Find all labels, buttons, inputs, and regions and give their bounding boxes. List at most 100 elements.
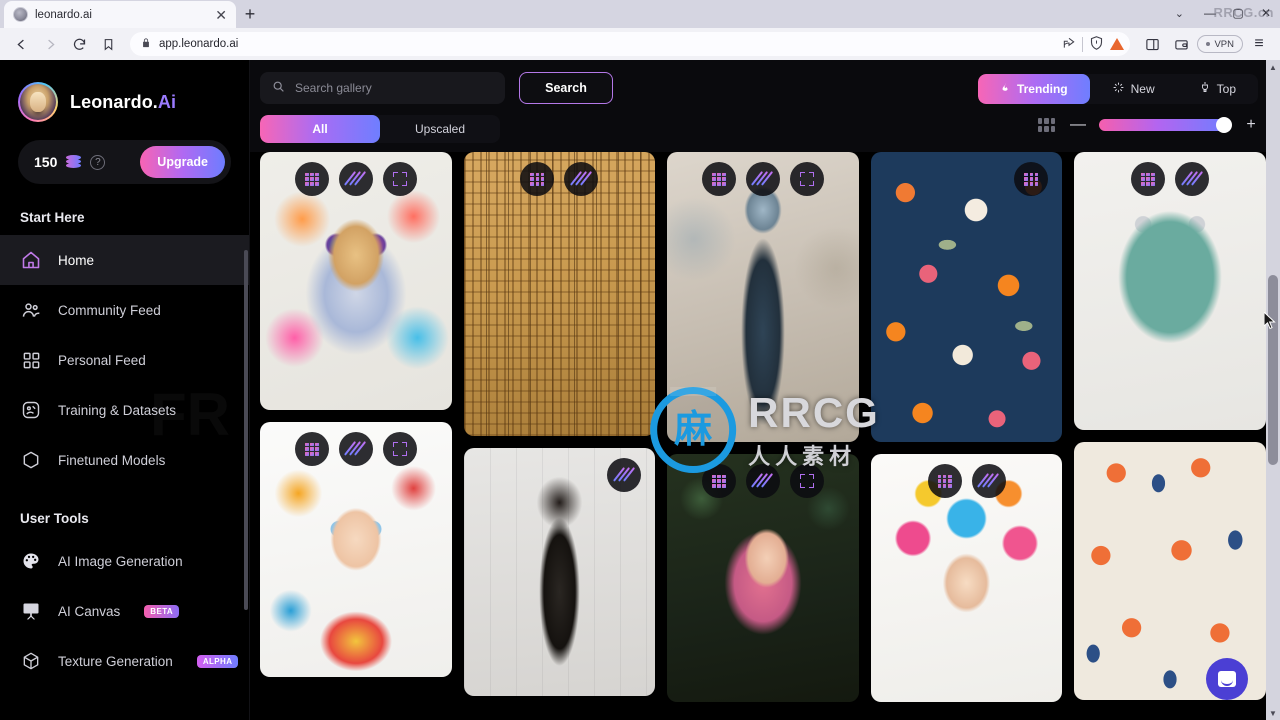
new-tab-button[interactable]: + — [236, 1, 264, 28]
browser-titlebar: leonardo.ai ✕ + ⌄ — ▢ ✕ RRCG.cn — [0, 0, 1280, 28]
sidebar-item-texture-generation[interactable]: Texture Generation ALPHA — [0, 636, 249, 686]
chat-bubble-icon — [1218, 671, 1236, 687]
tab-favicon — [13, 7, 28, 22]
tab-trending[interactable]: Trending — [977, 74, 1090, 104]
share-icon[interactable] — [1062, 36, 1076, 53]
sidebar-item-ai-image-generation[interactable]: AI Image Generation — [0, 536, 249, 586]
sidebar-toggle-icon[interactable] — [1139, 31, 1165, 57]
remix-icon[interactable] — [971, 464, 1006, 498]
sparkle-icon — [1112, 81, 1125, 97]
vpn-badge[interactable]: VPN — [1197, 35, 1243, 53]
close-window-button[interactable]: ✕ — [1252, 0, 1280, 26]
brave-rewards-icon[interactable] — [1110, 38, 1125, 50]
gallery-card[interactable] — [463, 152, 656, 436]
upscale-icon[interactable] — [294, 432, 329, 466]
scroll-down-icon[interactable]: ▼ — [1266, 706, 1280, 720]
tab-label: Top — [1216, 82, 1236, 96]
gallery-card[interactable] — [260, 152, 452, 410]
tab-top[interactable]: Top — [1177, 74, 1258, 104]
forward-icon[interactable] — [37, 31, 63, 57]
credits-panel: 150 ? Upgrade — [18, 140, 231, 184]
scroll-up-icon[interactable]: ▲ — [1266, 60, 1280, 74]
expand-icon[interactable] — [789, 464, 824, 498]
back-icon[interactable] — [8, 31, 34, 57]
card-actions — [294, 162, 417, 196]
remix-icon[interactable] — [745, 464, 780, 498]
leonardo-avatar-icon — [18, 82, 58, 122]
browser-menu-icon[interactable]: ≡ — [1246, 31, 1272, 57]
remix-icon[interactable] — [745, 162, 780, 196]
reload-icon[interactable] — [66, 31, 92, 57]
zoom-slider[interactable] — [1099, 117, 1232, 133]
brave-shield-icon[interactable] — [1089, 35, 1104, 54]
search-icon — [272, 80, 285, 96]
zoom-in-button[interactable]: + — [1244, 116, 1258, 134]
sidebar-item-community-feed[interactable]: Community Feed — [0, 285, 249, 335]
remix-icon[interactable] — [338, 432, 373, 466]
intercom-chat-button[interactable] — [1206, 658, 1248, 700]
upscale-icon[interactable] — [1131, 162, 1166, 196]
zoom-out-button[interactable]: — — [1070, 116, 1086, 134]
upscale-icon[interactable] — [294, 162, 329, 196]
brand-logo-row[interactable]: Leonardo.Ai — [0, 60, 249, 122]
help-circle-icon[interactable]: ? — [90, 154, 106, 170]
gallery-card[interactable] — [870, 454, 1063, 702]
gallery-card[interactable] — [463, 448, 656, 696]
browser-tab[interactable]: leonardo.ai ✕ — [4, 1, 236, 28]
page-scrollbar-thumb[interactable] — [1268, 275, 1278, 465]
card-actions — [701, 162, 824, 196]
search-button[interactable]: Search — [519, 72, 613, 104]
people-icon — [20, 299, 42, 321]
expand-icon[interactable] — [382, 162, 417, 196]
search-input[interactable] — [295, 81, 493, 95]
sidebar-item-home[interactable]: Home — [0, 235, 249, 285]
expand-icon[interactable] — [789, 162, 824, 196]
page-scrollbar[interactable]: ▲ ▼ — [1266, 60, 1280, 720]
grid-density-icon[interactable] — [1038, 118, 1055, 132]
remix-icon[interactable] — [564, 162, 599, 196]
gallery-card[interactable] — [667, 152, 859, 442]
expand-icon[interactable] — [382, 432, 417, 466]
sidebar-item-finetuned-models[interactable]: Finetuned Models — [0, 435, 249, 485]
sidebar-item-personal-feed[interactable]: Personal Feed — [0, 335, 249, 385]
trophy-icon — [1199, 81, 1211, 97]
credits-amount: 150 — [34, 154, 58, 170]
tab-list-icon[interactable]: ⌄ — [1163, 7, 1196, 20]
tab-new[interactable]: New — [1090, 74, 1177, 104]
gallery-card[interactable] — [1074, 152, 1266, 430]
bookmark-icon[interactable] — [95, 31, 121, 57]
gallery-card[interactable] — [870, 152, 1063, 442]
vpn-label: VPN — [1214, 38, 1234, 50]
sidebar-item-ai-canvas[interactable]: AI Canvas BETA — [0, 586, 249, 636]
sidebar-scrollbar-thumb[interactable] — [244, 250, 248, 610]
upscale-icon[interactable] — [701, 464, 736, 498]
cube-icon — [20, 449, 42, 471]
upscale-icon[interactable] — [520, 162, 555, 196]
gallery-card[interactable] — [667, 454, 859, 702]
card-actions — [607, 458, 642, 492]
maximize-button[interactable]: ▢ — [1224, 0, 1252, 26]
tab-all[interactable]: All — [260, 115, 380, 143]
upscale-icon[interactable] — [701, 162, 736, 196]
url-bar[interactable]: app.leonardo.ai — [130, 32, 1131, 56]
url-text: app.leonardo.ai — [159, 38, 239, 50]
tab-close-icon[interactable]: ✕ — [215, 8, 227, 22]
upscale-icon[interactable] — [1014, 162, 1049, 196]
flame-icon — [1000, 81, 1011, 97]
browser-window: leonardo.ai ✕ + ⌄ — ▢ ✕ RRCG.cn app.leon… — [0, 0, 1280, 720]
remix-icon[interactable] — [607, 458, 642, 492]
remix-icon[interactable] — [338, 162, 373, 196]
search-field-wrapper[interactable] — [260, 72, 505, 104]
wallet-icon[interactable] — [1168, 31, 1194, 57]
zoom-slider-thumb[interactable] — [1216, 117, 1232, 133]
url-bar-actions — [1062, 35, 1125, 54]
coins-icon — [66, 155, 82, 169]
remix-icon[interactable] — [1175, 162, 1210, 196]
sidebar-item-training-datasets[interactable]: Training & Datasets — [0, 385, 249, 435]
tab-upscaled[interactable]: Upscaled — [380, 115, 500, 143]
gallery-toolbar: Search All Upscaled T — [250, 60, 1280, 152]
upgrade-button[interactable]: Upgrade — [140, 146, 225, 178]
upscale-icon[interactable] — [927, 464, 962, 498]
minimize-button[interactable]: — — [1196, 0, 1224, 26]
gallery-card[interactable] — [260, 422, 452, 677]
